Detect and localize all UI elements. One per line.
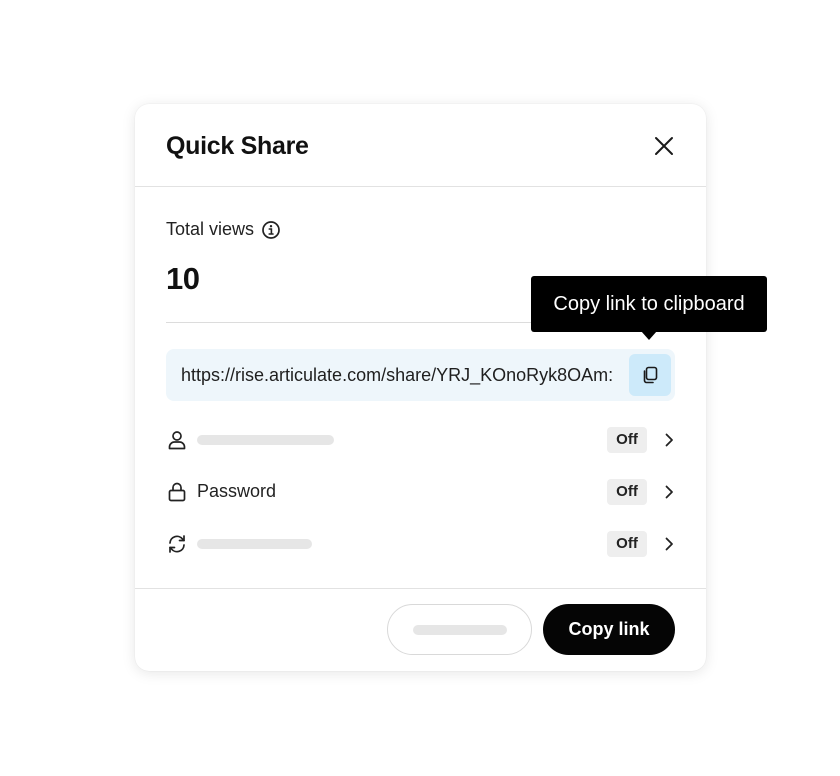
- chevron-right-icon: [665, 485, 673, 499]
- dialog-header: Quick Share: [135, 104, 706, 187]
- secondary-button-label-placeholder: [413, 625, 507, 635]
- refresh-icon: [166, 533, 188, 555]
- secondary-button[interactable]: [387, 604, 532, 655]
- refresh-label-placeholder: [197, 539, 312, 549]
- quick-share-dialog: Quick Share Total views 10 https://rise.…: [135, 104, 706, 671]
- info-icon[interactable]: [261, 220, 281, 240]
- tooltip-arrow: [641, 331, 657, 340]
- dialog-title: Quick Share: [166, 132, 309, 160]
- share-link-field[interactable]: https://rise.articulate.com/share/YRJ_KO…: [166, 349, 675, 401]
- access-label-placeholder: [197, 435, 334, 445]
- chevron-right-icon: [665, 433, 673, 447]
- chevron-right-icon: [665, 537, 673, 551]
- lock-icon: [166, 481, 188, 503]
- copy-icon: [643, 366, 658, 384]
- share-url[interactable]: https://rise.articulate.com/share/YRJ_KO…: [181, 349, 621, 401]
- status-badge: Off: [607, 479, 647, 505]
- setting-row-access[interactable]: Off: [166, 425, 675, 455]
- user-icon: [166, 429, 188, 451]
- total-views-label: Total views: [166, 219, 255, 239]
- password-label: Password: [197, 481, 277, 501]
- total-views-header: Total views: [166, 219, 281, 240]
- close-button[interactable]: [651, 133, 677, 159]
- copy-tooltip: Copy link to clipboard: [531, 276, 767, 332]
- status-badge: Off: [607, 427, 647, 453]
- close-icon: [655, 137, 673, 155]
- copy-to-clipboard-button[interactable]: [629, 354, 671, 396]
- total-views-count: 10: [166, 261, 200, 296]
- copy-link-button[interactable]: Copy link: [543, 604, 675, 655]
- footer-divider: [135, 588, 706, 589]
- status-badge: Off: [607, 531, 647, 557]
- setting-row-password[interactable]: Password Off: [166, 477, 675, 507]
- setting-row-refresh[interactable]: Off: [166, 529, 675, 559]
